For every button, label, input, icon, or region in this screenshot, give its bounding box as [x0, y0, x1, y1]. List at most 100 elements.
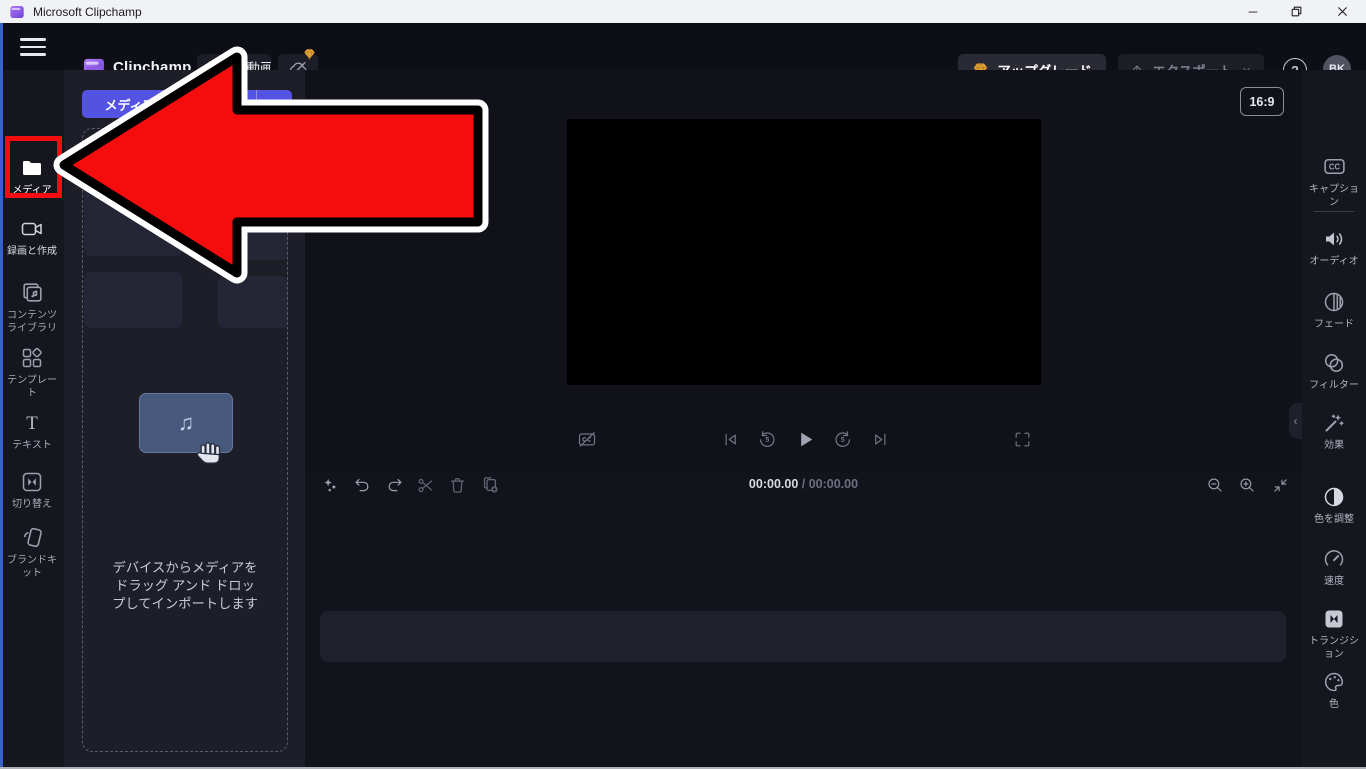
sidebar-item-adjust-colors[interactable]: 色を調整 [1302, 485, 1366, 526]
close-button[interactable] [1320, 0, 1364, 23]
sidebar-item-text[interactable]: T テキスト [0, 411, 64, 452]
fullscreen-button[interactable] [1008, 425, 1036, 453]
content-library-icon [20, 280, 45, 305]
svg-text:5: 5 [765, 436, 769, 444]
import-media-button[interactable]: メディアのインポート [82, 90, 292, 118]
zoom-in-icon [1238, 476, 1256, 494]
window-titlebar: Microsoft Clipchamp [0, 0, 1366, 23]
forward-5s-button[interactable]: 5 [829, 425, 857, 453]
skip-start-icon [721, 430, 740, 449]
skip-to-end-button[interactable] [866, 425, 894, 453]
sidebar-item-speed[interactable]: 速度 [1302, 547, 1366, 588]
sidebar-item-label: 効果 [1305, 439, 1363, 452]
window-title: Microsoft Clipchamp [33, 5, 142, 19]
sidebar-item-effects[interactable]: 効果 [1302, 411, 1366, 452]
restore-button[interactable] [1274, 0, 1318, 23]
zoom-in-button[interactable] [1234, 472, 1260, 498]
clipchamp-window: Microsoft Clipchamp Clipchamp 無題の動画 [0, 0, 1366, 769]
sidebar-item-transitions[interactable]: 切り替え [0, 470, 64, 511]
speaker-icon [1322, 227, 1346, 251]
sidebar-item-filter[interactable]: フィルター [1302, 351, 1366, 392]
sidebar-item-label: キャプション [1305, 183, 1363, 209]
fade-icon [1322, 290, 1346, 314]
clipchamp-logo-icon [9, 4, 25, 20]
sidebar-item-label: 切り替え [3, 498, 61, 511]
play-icon [794, 428, 817, 451]
timeline-section: 00:00.00 / 00:00.00 [305, 470, 1302, 767]
text-tool-icon: T [20, 411, 44, 435]
collapse-diagonal-icon [1272, 477, 1289, 494]
sidebar-item-label: トランジション [1305, 635, 1363, 661]
rewind-5s-button[interactable]: 5 [753, 425, 781, 453]
sidebar-item-color[interactable]: 色 [1302, 670, 1366, 711]
window-edge-accent [0, 23, 3, 767]
rewind-5-icon: 5 [757, 429, 777, 449]
timeline-track-empty[interactable] [320, 611, 1286, 662]
palette-icon [1322, 670, 1346, 694]
zoom-out-button[interactable] [1202, 472, 1228, 498]
chevron-down-icon [268, 97, 282, 111]
sidebar-item-label: テキスト [3, 439, 61, 452]
import-media-dropdown[interactable] [256, 90, 292, 118]
media-folder-icon [20, 156, 44, 180]
sidebar-item-label: フェード [1305, 318, 1363, 331]
timeline-timecode: 00:00.00 / 00:00.00 [305, 477, 1302, 491]
skip-end-icon [871, 430, 890, 449]
sidebar-item-label: コンテンツライブラリ [3, 309, 61, 335]
music-note-icon: ♫ [178, 410, 195, 436]
expand-properties-panel-button[interactable]: ‹ [1289, 403, 1302, 439]
minimize-icon [1246, 5, 1260, 19]
sidebar-item-templates[interactable]: テンプレート [0, 346, 64, 400]
aspect-ratio-badge[interactable]: 16:9 [1240, 87, 1284, 116]
import-media-label[interactable]: メディアのインポート [82, 90, 256, 118]
close-icon [1336, 5, 1349, 18]
collapse-timeline-button[interactable] [1267, 472, 1293, 498]
contrast-icon [1322, 485, 1346, 509]
premium-diamond-badge-icon [303, 48, 316, 61]
zoom-out-icon [1206, 476, 1224, 494]
sidebar-item-label: 速度 [1305, 575, 1363, 588]
sidebar-item-fade[interactable]: フェード [1302, 290, 1366, 331]
sidebar-item-label: 色を調整 [1305, 513, 1363, 526]
transition-icon [20, 470, 44, 494]
sidebar-item-audio[interactable]: オーディオ [1302, 227, 1366, 268]
sidebar-item-transition[interactable]: トランジション [1302, 607, 1366, 661]
play-button[interactable] [791, 425, 819, 453]
svg-text:5: 5 [841, 436, 845, 444]
sidebar-item-captions[interactable]: CC キャプション [1302, 154, 1366, 209]
restore-icon [1290, 5, 1303, 18]
sidebar-item-label: 録画と作成 [3, 245, 61, 258]
sidebar-item-content-library[interactable]: コンテンツライブラリ [0, 280, 64, 335]
dropzone-hint-text: デバイスからメディアを ドラッグ アンド ドロッ プしてインポートします [83, 559, 287, 613]
sidebar-item-label: フィルター [1305, 379, 1363, 392]
sidebar-item-label: 色 [1305, 698, 1363, 711]
sidebar-item-label: メディア [3, 184, 61, 197]
minimize-button[interactable] [1231, 0, 1275, 23]
media-panel: メディアのインポート ♫ デバイスからメディアを ドラッグ アンド [64, 70, 305, 767]
chevron-left-icon: ‹ [1294, 414, 1298, 428]
transition-filled-icon [1322, 607, 1346, 631]
sidebar-item-label: テンプレート [3, 374, 61, 400]
media-dropzone[interactable]: ♫ デバイスからメディアを ドラッグ アンド ドロッ プしてインポートします [82, 128, 288, 752]
svg-text:T: T [26, 413, 38, 434]
video-preview-area: 16:9 5 [305, 70, 1302, 470]
right-toolbar: CC キャプション オーディオ フェード フィルター [1302, 70, 1366, 767]
magic-wand-icon [1322, 411, 1346, 435]
sidebar-item-record-and-create[interactable]: 録画と作成 [0, 217, 64, 258]
speedometer-icon [1322, 547, 1346, 571]
sidebar-item-media[interactable]: メディア [0, 156, 64, 197]
video-camera-icon [20, 217, 44, 241]
skip-to-start-button[interactable] [716, 425, 744, 453]
hamburger-menu-button[interactable] [16, 33, 50, 61]
timeline-toolbar: 00:00.00 / 00:00.00 [305, 470, 1302, 501]
fullscreen-icon [1013, 430, 1032, 449]
sidebar-item-label: オーディオ [1305, 255, 1363, 268]
grab-hand-cursor-icon [195, 437, 227, 469]
sidebar-item-brand-kit[interactable]: ブランドキット [0, 525, 64, 580]
app-header: Clipchamp 無題の動画 アップグレード エクスポート [0, 23, 1366, 70]
templates-icon [20, 346, 44, 370]
filter-icon [1322, 351, 1346, 375]
captions-off-button[interactable] [573, 425, 601, 453]
video-canvas[interactable] [567, 119, 1041, 385]
captions-off-icon [577, 429, 597, 449]
